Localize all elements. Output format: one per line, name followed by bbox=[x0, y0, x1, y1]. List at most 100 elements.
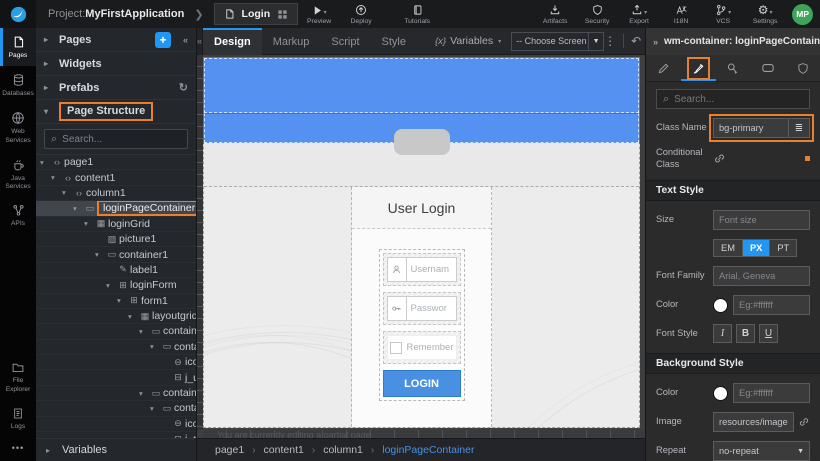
user-avatar[interactable]: MP bbox=[792, 4, 813, 25]
property-search[interactable]: ⌕ bbox=[656, 89, 810, 109]
link-icon[interactable] bbox=[798, 416, 810, 428]
rail-item-java-services[interactable]: Java Services bbox=[0, 151, 36, 197]
add-page-button[interactable]: + bbox=[155, 32, 171, 48]
kebab-menu-icon[interactable]: ⋮ bbox=[604, 34, 616, 48]
variables-menu-button[interactable]: {x} Variables ▾ bbox=[435, 35, 501, 47]
sidebar-section-widgets[interactable]: ▸ Widgets bbox=[36, 52, 196, 76]
tree-item[interactable]: ▾ ▦ loginGrid bbox=[36, 217, 196, 232]
login-form[interactable]: Usernam Passwor bbox=[379, 249, 465, 401]
unit-pt-button[interactable]: PT bbox=[770, 240, 796, 256]
grid-column-left[interactable] bbox=[204, 187, 352, 427]
tab-properties[interactable] bbox=[646, 55, 681, 81]
tree-search-input[interactable] bbox=[62, 134, 181, 145]
tree-item[interactable]: ▾ ▭ container bbox=[36, 401, 196, 416]
canvas-tab[interactable]: Markup bbox=[262, 28, 321, 55]
sidebar-section-variables[interactable]: ▸ Variables bbox=[36, 438, 196, 461]
tree-item[interactable]: ▾ ▭ container bbox=[36, 324, 196, 339]
remember-checkbox[interactable] bbox=[390, 342, 402, 354]
password-input[interactable]: Passwor bbox=[407, 296, 457, 321]
canvas-tab[interactable]: Script bbox=[320, 28, 370, 55]
tree-item[interactable]: ⊖ icon bbox=[36, 355, 196, 370]
tab-device[interactable] bbox=[750, 55, 785, 81]
username-field-row[interactable]: Usernam bbox=[383, 253, 461, 286]
sidebar-section-pages[interactable]: ▸ Pages + « bbox=[36, 28, 196, 52]
italic-button[interactable]: I bbox=[713, 324, 732, 343]
bg-image-input[interactable] bbox=[713, 412, 794, 432]
login-form-column[interactable]: User Login Usernam bbox=[352, 187, 492, 427]
wavemaker-logo-icon[interactable] bbox=[0, 0, 36, 28]
class-list-icon[interactable]: ≣ bbox=[789, 118, 810, 138]
security-button[interactable]: Security bbox=[576, 0, 618, 28]
tree-item[interactable]: ▾ ‹› page1 bbox=[36, 155, 196, 170]
breadcrumb-item[interactable]: column1 bbox=[323, 444, 382, 456]
tab-events[interactable] bbox=[716, 55, 751, 81]
tree-item[interactable]: ▾ ▦ layoutgrid2 bbox=[36, 309, 196, 324]
username-input[interactable]: Usernam bbox=[407, 257, 457, 282]
breadcrumb-item[interactable]: loginPageContainer bbox=[382, 444, 474, 456]
bg-color-swatch[interactable] bbox=[713, 386, 728, 401]
bg-color-input[interactable] bbox=[733, 383, 810, 403]
class-name-input[interactable] bbox=[713, 118, 789, 138]
preview-button[interactable]: ▾ Preview bbox=[298, 0, 340, 28]
canvas-tab[interactable]: Design bbox=[203, 28, 262, 55]
remember-field-row[interactable]: Remember ... bbox=[383, 331, 461, 364]
link-icon[interactable] bbox=[713, 152, 726, 165]
bg-repeat-select[interactable]: no-repeat ▼ bbox=[713, 441, 810, 461]
breadcrumb-item[interactable]: page1 bbox=[215, 444, 264, 456]
rail-more-button[interactable]: ••• bbox=[0, 437, 36, 461]
property-search-input[interactable] bbox=[674, 94, 803, 105]
page-preview[interactable]: User Login Usernam bbox=[203, 57, 640, 428]
collapse-panel-icon[interactable]: « bbox=[183, 35, 188, 45]
bold-button[interactable]: B bbox=[736, 324, 755, 343]
rail-item-file-explorer[interactable]: File Explorer bbox=[0, 354, 36, 399]
undo-icon[interactable]: ↶ bbox=[631, 34, 641, 48]
password-field-row[interactable]: Passwor bbox=[383, 292, 461, 325]
tree-item[interactable]: ▾ ▭ container1 bbox=[36, 247, 196, 262]
header-row-1[interactable] bbox=[204, 58, 639, 113]
login-button[interactable]: LOGIN bbox=[383, 370, 461, 397]
expand-panel-icon[interactable]: » bbox=[653, 37, 658, 47]
tree-item[interactable]: ⊟ j_user bbox=[36, 370, 196, 385]
tree-item[interactable]: ▾ ⊞ loginForm bbox=[36, 278, 196, 293]
deploy-button[interactable]: Deploy bbox=[340, 0, 382, 28]
canvas-tab[interactable]: Style bbox=[371, 28, 417, 55]
sidebar-section-prefabs[interactable]: ▸ Prefabs ↻ bbox=[36, 76, 196, 100]
tree-item[interactable]: ▾ ▭ container bbox=[36, 386, 196, 401]
font-size-input[interactable] bbox=[713, 210, 810, 230]
tree-item[interactable]: ⊖ icon bbox=[36, 417, 196, 432]
text-color-input[interactable] bbox=[733, 295, 810, 315]
grid-column-right[interactable] bbox=[492, 187, 639, 427]
page-tab-login[interactable]: Login bbox=[214, 3, 299, 25]
tree-item[interactable]: ▾ ‹› content1 bbox=[36, 170, 196, 185]
unit-em-button[interactable]: EM bbox=[714, 240, 743, 256]
tree-item[interactable]: ▾ ⊞ form1 bbox=[36, 294, 196, 309]
tutorials-button[interactable]: Tutorials bbox=[396, 0, 438, 28]
rail-item-databases[interactable]: Databases bbox=[0, 66, 36, 104]
sidebar-section-page-structure[interactable]: ▾ Page Structure bbox=[36, 100, 196, 124]
tree-item[interactable]: ▾ ▭ container bbox=[36, 340, 196, 355]
color-swatch[interactable] bbox=[713, 298, 728, 313]
screen-size-select[interactable]: -- Choose Screen Size -- ▼ bbox=[511, 32, 604, 51]
tab-security[interactable] bbox=[785, 55, 820, 81]
rail-item-web-services[interactable]: Web Services bbox=[0, 104, 36, 150]
underline-button[interactable]: U bbox=[759, 324, 778, 343]
artifacts-button[interactable]: Artifacts bbox=[534, 0, 576, 28]
tree-item[interactable]: ✎ label1 bbox=[36, 263, 196, 278]
settings-button[interactable]: ⚙▾ Settings bbox=[744, 0, 786, 28]
tree-search[interactable]: ⌕ bbox=[44, 129, 188, 149]
export-button[interactable]: ▾ Export bbox=[618, 0, 660, 28]
font-family-input[interactable] bbox=[713, 266, 810, 286]
tab-styles[interactable] bbox=[681, 55, 716, 81]
unit-px-button[interactable]: PX bbox=[743, 240, 770, 256]
rail-item-apis[interactable]: APIs bbox=[0, 197, 36, 234]
vcs-button[interactable]: ▾ VCS bbox=[702, 0, 744, 28]
tree-item[interactable]: ▾ ‹› column1 bbox=[36, 186, 196, 201]
i18n-button[interactable]: I18N bbox=[660, 0, 702, 28]
breadcrumb-item[interactable]: content1 bbox=[264, 444, 324, 456]
tree-item[interactable]: ▨ picture1 bbox=[36, 232, 196, 247]
rail-item-logs[interactable]: Logs bbox=[0, 400, 36, 437]
rail-item-pages[interactable]: Pages bbox=[0, 28, 36, 66]
tree-item[interactable]: ▾ ▭ loginPageContainer bbox=[36, 201, 196, 216]
picture-placeholder[interactable] bbox=[394, 129, 450, 155]
refresh-icon[interactable]: ↻ bbox=[179, 81, 188, 94]
